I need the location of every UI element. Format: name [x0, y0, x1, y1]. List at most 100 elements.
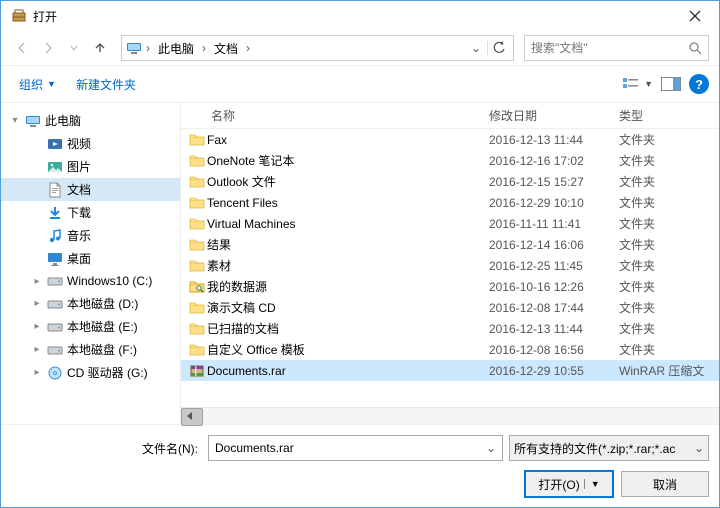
file-row[interactable]: 自定义 Office 模板2016-12-08 16:56文件夹: [181, 339, 719, 360]
column-type[interactable]: 类型: [619, 107, 719, 124]
file-type: 文件夹: [619, 257, 719, 274]
filename-field[interactable]: [209, 441, 480, 455]
close-button[interactable]: [675, 2, 715, 30]
file-row[interactable]: 结果2016-12-14 16:06文件夹: [181, 234, 719, 255]
column-name[interactable]: 名称: [189, 107, 489, 124]
rar-icon: [189, 363, 207, 379]
file-type: 文件夹: [619, 236, 719, 253]
tree-twisty[interactable]: ▸: [31, 276, 43, 287]
file-row[interactable]: Documents.rar2016-12-29 10:55WinRAR 压缩文: [181, 360, 719, 381]
refresh-button[interactable]: [487, 41, 509, 55]
file-name: Virtual Machines: [207, 217, 489, 231]
search-input[interactable]: [524, 35, 709, 61]
back-button[interactable]: [11, 37, 33, 59]
file-type: 文件夹: [619, 152, 719, 169]
file-date: 2016-11-11 11:41: [489, 217, 619, 231]
folder-icon: [189, 174, 207, 190]
folder-icon: [189, 258, 207, 274]
tree-twisty[interactable]: ▸: [31, 321, 43, 332]
open-button[interactable]: 打开(O)▼: [525, 471, 613, 497]
file-name: Tencent Files: [207, 196, 489, 210]
sidebar-item[interactable]: ▾ 此电脑: [1, 109, 180, 132]
new-folder-button[interactable]: 新建文件夹: [68, 72, 144, 97]
help-button[interactable]: ?: [689, 74, 709, 94]
drive-icon: [47, 319, 63, 335]
title-text: 打开: [33, 8, 57, 25]
sidebar-item[interactable]: ▸ CD 驱动器 (G:): [1, 361, 180, 384]
folder-icon: [189, 153, 207, 169]
file-date: 2016-12-13 11:44: [489, 322, 619, 336]
file-date: 2016-12-14 16:06: [489, 238, 619, 252]
chevron-right-icon: ›: [200, 41, 208, 55]
file-row[interactable]: OneNote 笔记本2016-12-16 17:02文件夹: [181, 150, 719, 171]
tree-twisty[interactable]: ▾: [9, 115, 21, 126]
file-row[interactable]: 素材2016-12-25 11:45文件夹: [181, 255, 719, 276]
file-row[interactable]: Tencent Files2016-12-29 10:10文件夹: [181, 192, 719, 213]
sidebar-item[interactable]: 下载: [1, 201, 180, 224]
horizontal-scrollbar[interactable]: [181, 407, 719, 424]
chevron-right-icon: ›: [244, 41, 252, 55]
file-row[interactable]: Virtual Machines2016-11-11 11:41文件夹: [181, 213, 719, 234]
sidebar-item[interactable]: 图片: [1, 155, 180, 178]
view-button[interactable]: ▼: [622, 77, 653, 91]
sidebar-item[interactable]: ▸本地磁盘 (E:): [1, 315, 180, 338]
forward-button[interactable]: [37, 37, 59, 59]
sidebar-item[interactable]: ▸ Windows10 (C:): [1, 270, 180, 292]
folder-icon: [189, 342, 207, 358]
file-name: 自定义 Office 模板: [207, 341, 489, 358]
sidebar-item[interactable]: 文档: [1, 178, 180, 201]
breadcrumb-segment[interactable]: 文档: [210, 40, 242, 57]
sidebar-item-label: 下载: [67, 204, 91, 221]
video-icon: [47, 136, 63, 152]
documents-icon: [47, 182, 63, 198]
sidebar-item-label: 此电脑: [45, 112, 81, 129]
pc-icon: [126, 40, 142, 56]
nav-row: › 此电脑 › 文档 › ⌄: [1, 31, 719, 65]
file-type: 文件夹: [619, 299, 719, 316]
footer: 文件名(N): ⌄ 所有支持的文件(*.zip;*.rar;*.ac⌄ 打开(O…: [1, 424, 719, 507]
sidebar-item[interactable]: 桌面: [1, 247, 180, 270]
preview-pane-button[interactable]: [661, 77, 681, 91]
folder-icon: [189, 300, 207, 316]
sidebar-item-label: CD 驱动器 (G:): [67, 364, 148, 381]
folder-icon: [189, 237, 207, 253]
sidebar-item-label: Windows10 (C:): [67, 274, 152, 288]
recent-dropdown[interactable]: [63, 37, 85, 59]
file-date: 2016-12-25 11:45: [489, 259, 619, 273]
file-name: 已扫描的文档: [207, 320, 489, 337]
file-row[interactable]: 已扫描的文档2016-12-13 11:44文件夹: [181, 318, 719, 339]
breadcrumb-segment[interactable]: 此电脑: [154, 40, 198, 57]
file-row[interactable]: 演示文稿 CD2016-12-08 17:44文件夹: [181, 297, 719, 318]
file-name: OneNote 笔记本: [207, 152, 489, 169]
file-row[interactable]: 我的数据源2016-10-16 12:26文件夹: [181, 276, 719, 297]
filename-label: 文件名(N):: [142, 440, 202, 457]
file-date: 2016-12-29 10:10: [489, 196, 619, 210]
sidebar-item[interactable]: 视频: [1, 132, 180, 155]
organize-button[interactable]: 组织 ▼: [11, 72, 64, 97]
filename-input[interactable]: ⌄: [208, 435, 503, 461]
path-dropdown-button[interactable]: ⌄: [467, 41, 485, 55]
sidebar-item[interactable]: 音乐: [1, 224, 180, 247]
cancel-button[interactable]: 取消: [621, 471, 709, 497]
folder-icon: [189, 195, 207, 211]
toolbar: 组织 ▼ 新建文件夹 ▼ ?: [1, 65, 719, 103]
tree-twisty[interactable]: ▸: [31, 367, 43, 378]
file-date: 2016-12-16 17:02: [489, 154, 619, 168]
datasrc-icon: [189, 279, 207, 295]
column-modified[interactable]: 修改日期: [489, 107, 619, 124]
search-field[interactable]: [531, 41, 688, 55]
sidebar-item[interactable]: ▸本地磁盘 (D:): [1, 292, 180, 315]
file-type: WinRAR 压缩文: [619, 362, 719, 379]
filename-dropdown[interactable]: ⌄: [480, 441, 502, 455]
app-icon: [11, 8, 27, 24]
desktop-icon: [47, 251, 63, 267]
filetype-select[interactable]: 所有支持的文件(*.zip;*.rar;*.ac⌄: [509, 435, 709, 461]
up-button[interactable]: [89, 37, 111, 59]
file-row[interactable]: Fax2016-12-13 11:44文件夹: [181, 129, 719, 150]
file-row[interactable]: Outlook 文件2016-12-15 15:27文件夹: [181, 171, 719, 192]
file-name: Outlook 文件: [207, 173, 489, 190]
tree-twisty[interactable]: ▸: [31, 344, 43, 355]
breadcrumb[interactable]: › 此电脑 › 文档 › ⌄: [121, 35, 514, 61]
tree-twisty[interactable]: ▸: [31, 298, 43, 309]
sidebar-item[interactable]: ▸本地磁盘 (F:): [1, 338, 180, 361]
